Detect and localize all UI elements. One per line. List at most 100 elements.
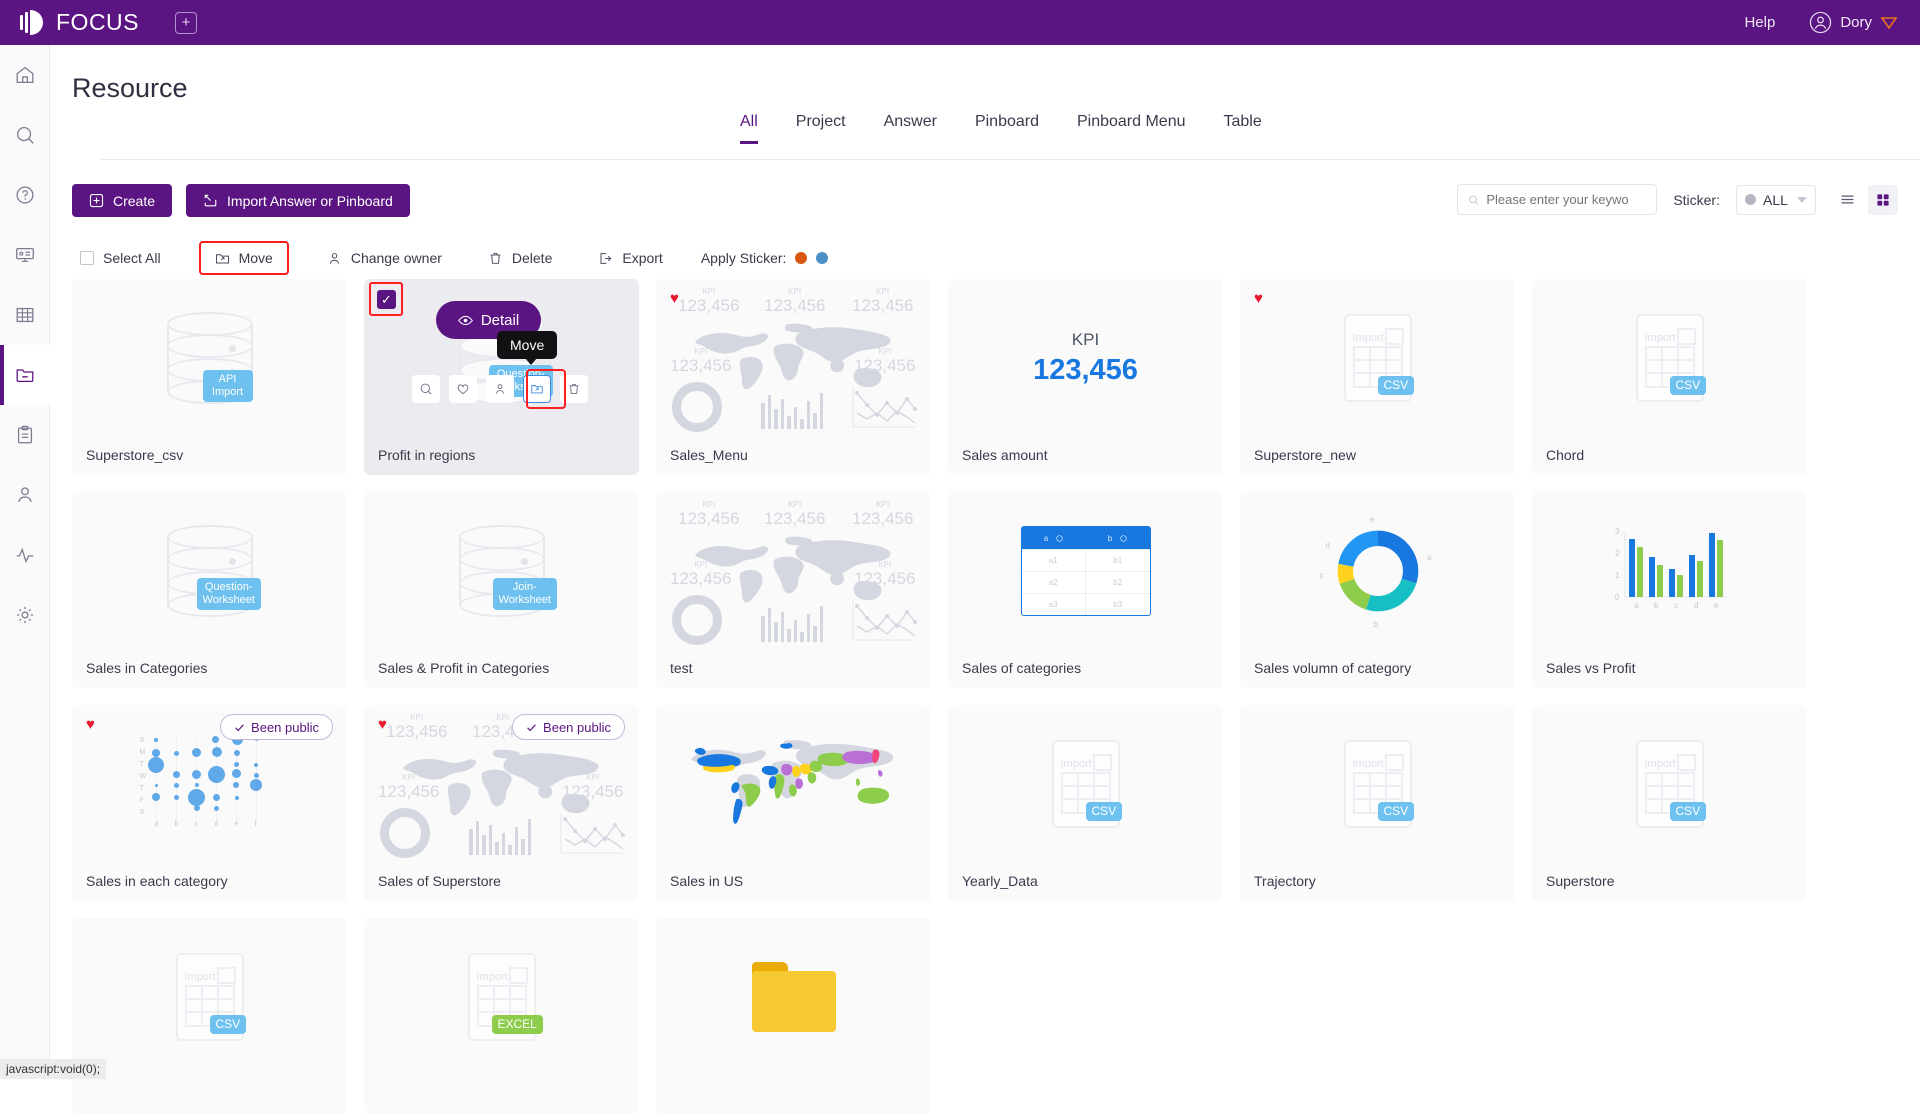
excel-file-icon: Import EXCEL — [468, 953, 536, 1041]
resource-card-hovered[interactable]: Question- Worksheet ✓ Detail — [364, 279, 639, 475]
card-title: Sales amount — [962, 447, 1212, 463]
preview-action-button[interactable] — [412, 375, 440, 403]
tab-pinboard[interactable]: Pinboard — [975, 113, 1039, 144]
list-view-button[interactable] — [1832, 185, 1862, 215]
source-tag: Question- Worksheet — [197, 578, 261, 610]
rail-item-help[interactable] — [0, 165, 50, 225]
card-title: Sales vs Profit — [1546, 660, 1796, 676]
resource-card[interactable]: Import CSV Superstore — [1532, 705, 1807, 901]
rail-item-settings[interactable] — [0, 585, 50, 645]
rail-item-presentation[interactable] — [0, 225, 50, 285]
x-tick-c: c — [1674, 601, 1678, 610]
x-tick-a: a — [1634, 601, 1638, 610]
favorite-action-button[interactable] — [449, 375, 477, 403]
card-thumbnail: Import EXCEL — [364, 918, 639, 1076]
sticker-filter-select[interactable]: ALL — [1736, 185, 1816, 215]
sticker-blue-dot[interactable] — [816, 252, 828, 264]
tab-table[interactable]: Table — [1224, 113, 1262, 144]
resource-card[interactable]: KPI123,456 KPI123,456 KPI123,456 KPI123,… — [364, 705, 639, 901]
table-preview: a b a1 b1 a2 b2 a3 — [1021, 526, 1151, 616]
resource-card[interactable]: KPI123,456 KPI123,456 KPI123,456 KPI123,… — [656, 279, 931, 475]
card-title: Superstore_new — [1254, 447, 1504, 463]
table-cell: a3 — [1022, 594, 1087, 615]
sort-icon — [1056, 535, 1063, 542]
import-button[interactable]: Import Answer or Pinboard — [186, 184, 410, 217]
select-all-action[interactable]: Select All — [72, 245, 169, 271]
rail-item-resource[interactable] — [0, 345, 50, 405]
search-box[interactable] — [1457, 184, 1657, 215]
resource-card[interactable]: a b c d e Sales volumn of category — [1240, 492, 1515, 688]
favorite-indicator: ♥ — [670, 291, 679, 306]
file-type-tag: CSV — [1670, 376, 1707, 395]
resource-card[interactable]: Import CSV ♥ Superstore_new — [1240, 279, 1515, 475]
change-owner-action[interactable]: Change owner — [319, 245, 450, 271]
resource-card[interactable]: API Import Superstore_csv — [72, 279, 347, 475]
rail-item-home[interactable] — [0, 45, 50, 105]
check-icon — [526, 722, 537, 733]
donut-label-d: d — [1326, 541, 1330, 550]
change-owner-action-button[interactable] — [486, 375, 514, 403]
resource-card[interactable]: Sales in US — [656, 705, 931, 901]
file-type-tag: CSV — [210, 1015, 247, 1034]
table-row: a3 b3 — [1022, 593, 1150, 615]
create-button[interactable]: Create — [72, 184, 172, 217]
resource-card[interactable]: Join- Worksheet Sales & Profit in Catego… — [364, 492, 639, 688]
y-tick-4: T — [140, 785, 144, 792]
brand-logo[interactable]: FOCUS — [20, 9, 139, 36]
import-arrow-icon — [203, 193, 218, 208]
card-thumbnail — [656, 705, 931, 863]
resource-card[interactable]: Question- Worksheet Sales in Categories — [72, 492, 347, 688]
csv-file-icon: Import CSV — [1636, 740, 1704, 828]
x-tick-c: c — [195, 821, 199, 828]
brand-name: FOCUS — [56, 9, 139, 36]
resource-card[interactable]: S M T W T F S — [72, 705, 347, 901]
resource-card[interactable] — [656, 918, 931, 1114]
tab-divider — [100, 159, 1920, 160]
rail-item-tables[interactable] — [0, 285, 50, 345]
gear-icon — [14, 604, 36, 626]
rail-item-clipboard[interactable] — [0, 405, 50, 465]
card-title: Profit in regions — [378, 447, 628, 463]
card-thumbnail: Question- Worksheet — [72, 492, 347, 650]
tab-answer[interactable]: Answer — [884, 113, 937, 144]
add-tab-icon[interactable]: + — [175, 12, 197, 34]
search-input[interactable] — [1486, 192, 1646, 207]
resource-card[interactable]: a b a1 b1 a2 b2 a3 — [948, 492, 1223, 688]
change-owner-label: Change owner — [351, 250, 442, 266]
grid-table-icon — [14, 304, 36, 326]
public-badge[interactable]: Been public — [220, 714, 333, 740]
donut-mini-icon — [672, 382, 722, 432]
move-action[interactable]: Move — [199, 241, 289, 275]
resource-card[interactable]: KPI 123,456 Sales amount — [948, 279, 1223, 475]
rail-item-users[interactable] — [0, 465, 50, 525]
y-tick-3: 3 — [1615, 527, 1619, 536]
check-icon — [234, 722, 245, 733]
csv-file-icon: Import CSV — [1344, 740, 1412, 828]
resource-card[interactable]: Import CSV Chord — [1532, 279, 1807, 475]
resource-card[interactable]: Import EXCEL — [364, 918, 639, 1114]
resource-card[interactable]: Import CSV Trajectory — [1240, 705, 1515, 901]
primary-actions: Create Import Answer or Pinboard — [72, 184, 410, 217]
tab-project[interactable]: Project — [796, 113, 846, 144]
grid-view-button[interactable] — [1868, 185, 1898, 215]
sticker-orange-dot[interactable] — [795, 252, 807, 264]
user-menu[interactable]: Dory — [1809, 11, 1898, 34]
resource-card[interactable]: Import CSV Yearly_Data — [948, 705, 1223, 901]
plus-square-icon — [89, 193, 104, 208]
tab-pinboard-menu[interactable]: Pinboard Menu — [1077, 113, 1186, 144]
rail-item-search[interactable] — [0, 105, 50, 165]
resource-card[interactable]: 3 2 1 0 a b c d e Sales vs Profit — [1532, 492, 1807, 688]
select-all-label: Select All — [103, 250, 161, 266]
resource-card[interactable]: Import CSV — [72, 918, 347, 1114]
delete-action[interactable]: Delete — [480, 245, 560, 271]
card-title: Sales volumn of category — [1254, 660, 1504, 676]
export-action[interactable]: Export — [590, 245, 670, 271]
select-all-checkbox[interactable] — [80, 251, 94, 265]
tab-all[interactable]: All — [740, 113, 758, 144]
resource-card[interactable]: KPI123,456 KPI123,456 KPI123,456 KPI123,… — [656, 492, 931, 688]
rail-item-monitoring[interactable] — [0, 525, 50, 585]
help-link[interactable]: Help — [1744, 14, 1775, 31]
file-type-tag: CSV — [1086, 802, 1123, 821]
public-badge[interactable]: Been public — [512, 714, 625, 740]
favorite-indicator: ♥ — [86, 717, 95, 732]
